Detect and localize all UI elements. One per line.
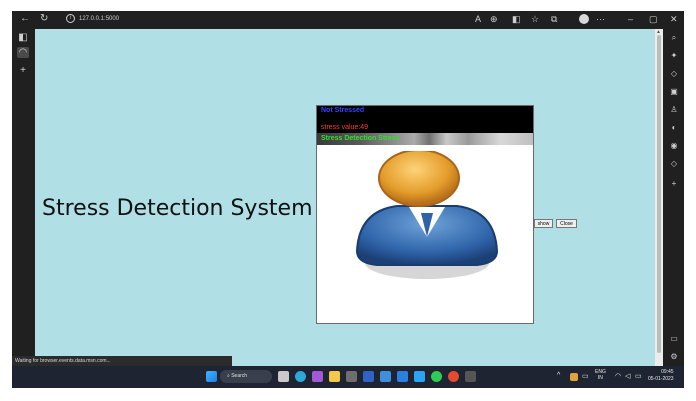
tools-icon[interactable]: ▣ — [669, 87, 679, 97]
back-icon[interactable]: ← — [20, 13, 30, 24]
url-text: 127.0.0.1:5000 — [79, 16, 120, 23]
scrollbar-thumb[interactable] — [657, 35, 661, 353]
collections-icon[interactable]: ⧉ — [551, 14, 557, 25]
volume-icon[interactable]: ◁ — [625, 372, 630, 380]
store-icon[interactable] — [346, 371, 357, 382]
whatsapp-icon[interactable] — [431, 371, 442, 382]
profile-icon[interactable] — [579, 14, 589, 24]
close-button[interactable]: Close — [556, 219, 577, 228]
clock-time: 09:45 — [661, 369, 674, 375]
taskbar-search[interactable]: ⌕ Search — [220, 370, 272, 383]
start-icon[interactable] — [206, 371, 217, 382]
tray-overflow-icon[interactable]: ^ — [557, 372, 560, 379]
battery-icon[interactable]: ▭ — [635, 372, 642, 380]
user-avatar-icon — [355, 151, 499, 279]
page-title: Stress Detection System — [42, 196, 313, 221]
vertical-scrollbar[interactable]: ▲ ▼ — [655, 29, 663, 376]
office-icon[interactable]: ◐ — [669, 123, 679, 133]
show-button[interactable]: show — [534, 219, 553, 228]
active-tab-icon[interactable]: ◠ — [17, 47, 29, 58]
tab-actions-icon[interactable]: ◧ — [17, 32, 29, 43]
chrome-icon[interactable] — [448, 371, 459, 382]
wifi-icon[interactable]: ◠ — [615, 372, 621, 380]
terminal-icon[interactable] — [465, 371, 476, 382]
games-icon[interactable]: ♙ — [669, 105, 679, 115]
drop-icon[interactable]: ◇ — [669, 159, 679, 169]
word-icon[interactable] — [363, 371, 374, 382]
new-tab-icon[interactable]: + — [17, 65, 29, 76]
detection-title-label: Stress Detection Stress — [321, 135, 400, 142]
read-aloud-icon[interactable]: A — [475, 14, 481, 24]
mail-icon[interactable] — [414, 371, 425, 382]
edge-sidebar: ⌕ ✦ ◇ ▣ ♙ ◐ ◉ ◇ + ▭ ⚙ — [663, 29, 684, 376]
discover-icon[interactable]: ✦ — [669, 51, 679, 61]
vscode-icon[interactable] — [397, 371, 408, 382]
settings-icon[interactable]: ⚙ — [669, 352, 679, 362]
tray-app-icon[interactable] — [570, 373, 578, 381]
search-icon[interactable]: ⌕ — [669, 33, 679, 43]
page-viewport: Stress Detection System Not Stressed str… — [35, 29, 655, 376]
tab-sidebar: ◧ ◠ + — [12, 29, 35, 376]
file-explorer-icon[interactable] — [329, 371, 340, 382]
close-window-button[interactable]: ✕ — [670, 14, 678, 25]
restore-button[interactable]: ▢ — [649, 14, 658, 25]
clock[interactable]: 09:45 05-01-2023 — [648, 369, 674, 383]
screen: ← ↻ i 127.0.0.1:5000 A ⊕ ◧ ☆ ⧉ ··· – ▢ ✕ … — [12, 11, 684, 388]
language-indicator[interactable]: ENG IN — [595, 369, 606, 381]
shopping-icon[interactable]: ◇ — [669, 69, 679, 79]
app-icon[interactable] — [380, 371, 391, 382]
stress-status-label: Not Stressed — [321, 107, 365, 114]
split-screen-icon[interactable]: ◧ — [512, 14, 521, 25]
clock-date: 05-01-2023 — [648, 376, 674, 382]
windows-taskbar: ⌕ Search ^ ▭ ENG IN ◠ ◁ ▭ 09:45 05-01-20… — [12, 366, 684, 388]
refresh-icon[interactable]: ↻ — [40, 13, 48, 24]
status-bar: Waiting for browser.events.data.msn.com.… — [12, 356, 232, 366]
info-icon[interactable]: i — [66, 14, 75, 23]
task-view-icon[interactable] — [278, 371, 289, 382]
extensions-icon[interactable]: ⊕ — [490, 14, 498, 25]
region-code: IN — [597, 375, 603, 381]
address-bar[interactable]: i 127.0.0.1:5000 — [66, 14, 119, 23]
outlook-icon[interactable]: ◉ — [669, 141, 679, 151]
add-sidebar-icon[interactable]: + — [669, 179, 679, 189]
more-icon[interactable]: ··· — [596, 14, 605, 24]
favorites-icon[interactable]: ☆ — [531, 14, 539, 25]
keyboard-icon[interactable]: ▭ — [582, 372, 589, 380]
stress-value-label: stress value:49 — [321, 124, 369, 131]
minimize-button[interactable]: – — [628, 14, 633, 24]
sidebar-layout-icon[interactable]: ▭ — [669, 334, 679, 344]
browser-toolbar: ← ↻ i 127.0.0.1:5000 A ⊕ ◧ ☆ ⧉ ··· – ▢ ✕ — [12, 11, 684, 29]
teams-icon[interactable] — [312, 371, 323, 382]
camera-feed: Not Stressed stress value:49 Stress Dete… — [316, 105, 534, 324]
edge-icon[interactable] — [295, 371, 306, 382]
taskbar-search-label: Search — [231, 373, 248, 379]
